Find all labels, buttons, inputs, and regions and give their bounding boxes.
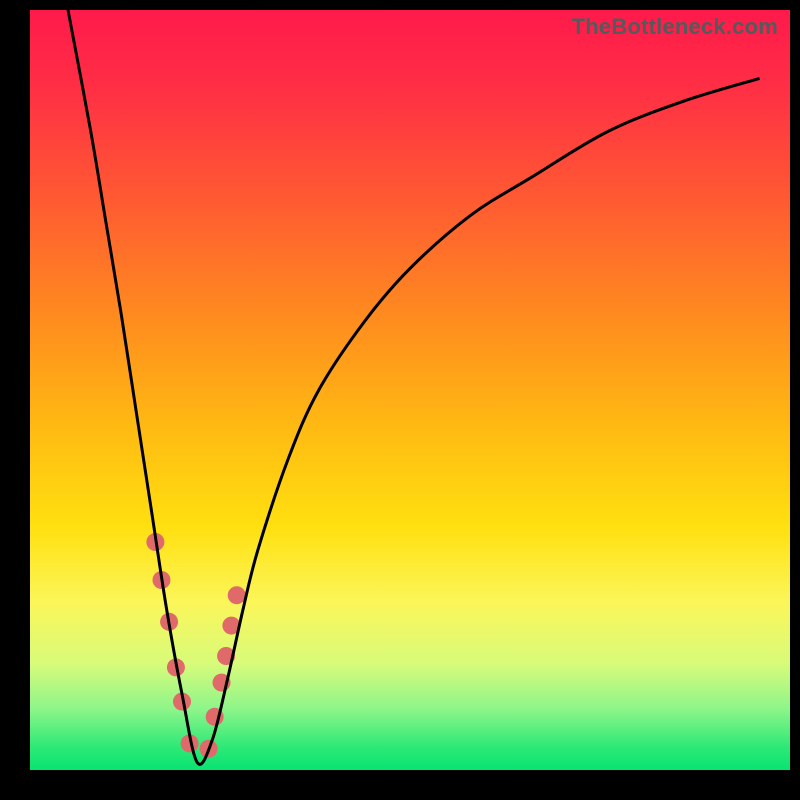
chart-svg [30, 10, 790, 770]
highlight-dot [228, 586, 246, 604]
plot-area: TheBottleneck.com [30, 10, 790, 770]
bottleneck-curve [68, 10, 760, 764]
chart-frame: TheBottleneck.com [0, 0, 800, 800]
